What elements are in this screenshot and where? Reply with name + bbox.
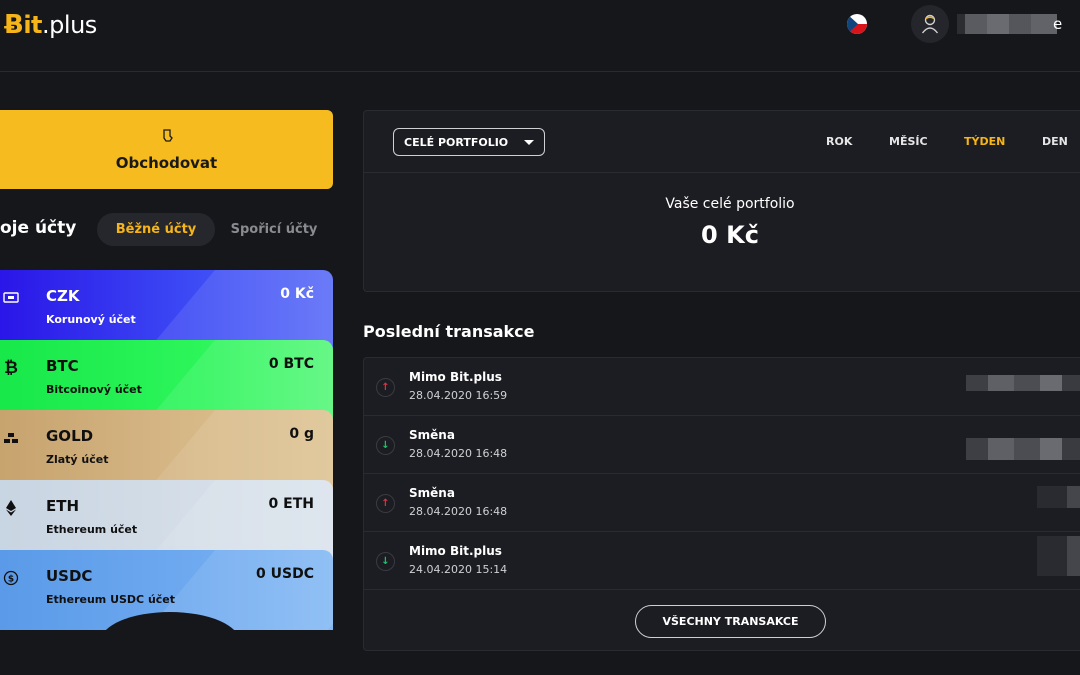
username-tail: e xyxy=(1053,15,1063,33)
transaction-amount-redacted xyxy=(966,375,1080,391)
logo-accent-text: it xyxy=(23,11,43,39)
transaction-amount-redacted xyxy=(966,438,1080,460)
portfolio-toolbar: CELÉ PORTFOLIO ROK MĚSÍC TÝDEN DEN xyxy=(364,111,1080,173)
transaction-amount-redacted xyxy=(1037,486,1080,508)
account-code: BTC xyxy=(46,357,79,375)
transaction-name: Mimo Bit.plus xyxy=(409,544,502,558)
transaction-name: Směna xyxy=(409,428,455,442)
account-code: CZK xyxy=(46,287,80,305)
ethereum-icon xyxy=(3,500,19,516)
account-balance: 0 BTC xyxy=(268,356,314,372)
account-name: Zlatý účet xyxy=(46,453,109,466)
username-redacted xyxy=(957,14,1057,34)
portfolio-title: Vaše celé portfolio xyxy=(665,196,795,212)
transaction-date: 24.04.2020 15:14 xyxy=(409,563,508,576)
account-name: Korunový účet xyxy=(46,313,136,326)
logo-text: .plus xyxy=(42,11,97,39)
transaction-date: 28.04.2020 16:48 xyxy=(409,447,508,460)
chevron-down-icon xyxy=(524,140,534,145)
period-month[interactable]: MĚSÍC xyxy=(889,135,928,148)
portfolio-panel: CELÉ PORTFOLIO ROK MĚSÍC TÝDEN DEN Vaše … xyxy=(363,110,1080,292)
cash-icon xyxy=(3,290,19,306)
transaction-name: Mimo Bit.plus xyxy=(409,370,502,384)
gold-bars-icon xyxy=(3,430,19,446)
trade-button[interactable]: Obchodovat xyxy=(0,110,333,189)
transaction-row[interactable]: ↓ Mimo Bit.plus 24.04.2020 15:14 xyxy=(364,532,1080,590)
bitcoin-icon: ₿ xyxy=(4,358,18,378)
tab-current-accounts[interactable]: Běžné účty xyxy=(97,213,215,246)
period-week[interactable]: TÝDEN xyxy=(964,135,1005,148)
tab-savings-accounts[interactable]: Spořicí účty xyxy=(222,213,326,246)
account-name: Ethereum účet xyxy=(46,523,138,536)
trade-button-label: Obchodovat xyxy=(115,153,218,172)
account-balance: 0 ETH xyxy=(268,496,314,512)
period-year[interactable]: ROK xyxy=(826,135,852,148)
period-day[interactable]: DEN xyxy=(1042,135,1068,148)
account-balance: 0 g xyxy=(289,426,314,442)
czech-flag-icon[interactable] xyxy=(847,14,867,34)
transactions-panel: ↑ Mimo Bit.plus 28.04.2020 16:59 ↓ Směna… xyxy=(363,357,1080,651)
account-code: USDC xyxy=(46,567,93,585)
top-header: Ƀit .plus e xyxy=(0,0,1080,72)
transaction-name: Směna xyxy=(409,486,455,500)
trade-hand-icon xyxy=(159,128,175,148)
account-name: Bitcoinový účet xyxy=(46,383,142,396)
all-transactions-button[interactable]: VŠECHNY TRANSAKCE xyxy=(635,605,826,638)
transactions-title: Poslední transakce xyxy=(363,322,535,341)
arrow-down-icon: ↓ xyxy=(376,552,395,571)
transaction-date: 28.04.2020 16:59 xyxy=(409,389,508,402)
arrow-up-icon: ↑ xyxy=(376,378,395,397)
accounts-title: oje účty xyxy=(0,218,77,238)
transaction-amount-redacted xyxy=(1037,536,1080,576)
transaction-row[interactable]: ↑ Mimo Bit.plus 28.04.2020 16:59 xyxy=(364,358,1080,416)
arrow-up-icon: ↑ xyxy=(376,494,395,513)
transaction-date: 28.04.2020 16:48 xyxy=(409,505,508,518)
svg-text:$: $ xyxy=(8,575,14,585)
username[interactable]: e xyxy=(957,14,1063,34)
bitplus-logo[interactable]: Ƀit .plus xyxy=(4,10,97,42)
account-code: ETH xyxy=(46,497,80,515)
account-cards: CZK Korunový účet 0 Kč ₿ BTC Bitcoinový … xyxy=(0,270,333,630)
user-avatar-icon[interactable] xyxy=(911,5,949,43)
transaction-row[interactable]: ↓ Směna 28.04.2020 16:48 xyxy=(364,416,1080,474)
portfolio-select-value: CELÉ PORTFOLIO xyxy=(404,135,509,149)
account-balance: 0 Kč xyxy=(280,286,314,302)
transaction-row[interactable]: ↑ Směna 28.04.2020 16:48 xyxy=(364,474,1080,532)
logo-mark: Ƀ xyxy=(4,10,24,40)
account-name: Ethereum USDC účet xyxy=(46,593,176,606)
account-code: GOLD xyxy=(46,427,94,445)
usdc-icon: $ xyxy=(3,570,19,586)
account-balance: 0 USDC xyxy=(256,566,314,582)
arrow-down-icon: ↓ xyxy=(376,436,395,455)
portfolio-value: 0 Kč xyxy=(701,221,759,249)
portfolio-select[interactable]: CELÉ PORTFOLIO xyxy=(393,128,545,156)
